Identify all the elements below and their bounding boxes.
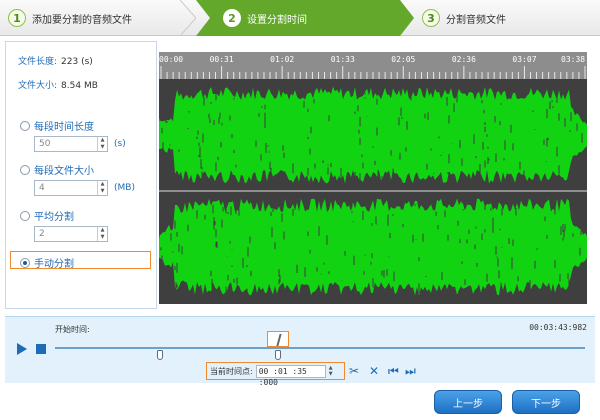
option-even[interactable]: 平均分割 <box>20 208 74 223</box>
even-value[interactable]: 2 <box>35 227 97 241</box>
previous-point-icon[interactable]: ⏮ <box>388 364 399 378</box>
next-step-button[interactable]: 下一步 <box>512 390 580 414</box>
time-ruler[interactable]: 00:00 00:31 01:02 01:33 02:05 02:36 03:07 03:38 <box>159 52 587 79</box>
step-1-label: 添加要分割的音频文件 <box>32 14 132 26</box>
down-arrow-icon[interactable]: ▼ <box>98 144 107 151</box>
ruler-label: 02:05 <box>391 55 416 64</box>
file-size-label: 文件大小: <box>18 81 58 91</box>
manual-label: 手动分割 <box>34 259 74 270</box>
playhead-handle[interactable] <box>267 331 289 347</box>
file-size-value: 8.54 MB <box>61 81 98 91</box>
ruler-label: 02:36 <box>451 55 476 64</box>
current-time-input[interactable]: 00 :01 :35 :000 <box>255 364 326 387</box>
even-radio[interactable] <box>20 210 30 221</box>
down-arrow-icon[interactable]: ▼ <box>98 188 107 195</box>
step-3[interactable]: 3 分割音频文件 <box>422 0 506 36</box>
file-size-row: 文件大小: 8.54 MB <box>18 78 98 91</box>
up-arrow-icon[interactable]: ▲ <box>98 181 107 188</box>
step-3-label: 分割音频文件 <box>446 14 506 26</box>
by-time-label: 每段时间长度 <box>34 122 94 133</box>
ruler-label: 01:33 <box>330 55 355 64</box>
down-arrow-icon[interactable]: ▼ <box>98 234 107 241</box>
by-size-radio[interactable] <box>20 164 30 175</box>
by-size-unit: (MB) <box>114 183 135 193</box>
step-3-number: 3 <box>422 9 440 27</box>
step-separator <box>180 0 196 36</box>
by-time-value[interactable]: 50 <box>35 137 97 151</box>
play-icon[interactable] <box>17 343 27 355</box>
step-2-label: 设置分割时间 <box>247 14 307 26</box>
ruler-label: 01:02 <box>270 55 295 64</box>
waveform-view[interactable]: 00:00 00:31 01:02 01:33 02:05 02:36 03:07 03:38 <box>159 52 587 304</box>
waveform-graphic <box>159 86 587 298</box>
waveform-channel <box>159 86 587 184</box>
add-split-point-icon[interactable]: ✂ <box>349 364 359 378</box>
total-duration: 00:03:43:982 <box>529 323 587 332</box>
step-2-number: 2 <box>223 9 241 27</box>
step-2[interactable]: 2 设置分割时间 <box>223 0 307 36</box>
ruler-label: 03:38 <box>561 55 586 64</box>
split-marker[interactable] <box>275 350 281 360</box>
file-length-label: 文件长度: <box>18 57 58 67</box>
by-time-unit: (s) <box>114 139 126 149</box>
previous-step-button[interactable]: 上一步 <box>434 390 502 414</box>
transport-bar: 开始时间: 00:03:43:982 当前时间点: 00 :01 :35 :00… <box>5 316 595 387</box>
timeline-track[interactable] <box>55 347 585 349</box>
split-settings-panel: 文件长度: 223 (s) 文件大小: 8.54 MB 每段时间长度 50 ▲ ▼ (… <box>5 41 157 309</box>
start-marker[interactable] <box>157 350 163 360</box>
option-by-time[interactable]: 每段时间长度 <box>20 118 94 133</box>
option-manual[interactable]: 手动分割 <box>20 255 74 270</box>
even-stepper[interactable]: 2 ▲ ▼ <box>34 226 108 242</box>
ruler-label: 00:31 <box>209 55 234 64</box>
by-time-stepper[interactable]: 50 ▲ ▼ <box>34 136 108 152</box>
step-1-number: 1 <box>8 9 26 27</box>
step-1[interactable]: 1 添加要分割的音频文件 <box>8 0 132 36</box>
by-size-label: 每段文件大小 <box>34 166 94 177</box>
next-point-icon[interactable]: ⏭ <box>405 364 416 378</box>
by-time-radio[interactable] <box>20 120 30 131</box>
current-time-control: 当前时间点: 00 :01 :35 :000 ▲ ▼ <box>206 362 345 387</box>
option-by-size[interactable]: 每段文件大小 <box>20 162 94 177</box>
ruler-label: 03:07 <box>512 55 537 64</box>
stop-icon[interactable] <box>36 344 46 354</box>
up-arrow-icon[interactable]: ▲ <box>98 137 107 144</box>
down-arrow-icon[interactable]: ▼ <box>327 371 335 378</box>
by-size-stepper[interactable]: 4 ▲ ▼ <box>34 180 108 196</box>
file-length-value: 223 (s) <box>61 57 93 67</box>
up-arrow-icon[interactable]: ▲ <box>98 227 107 234</box>
by-size-value[interactable]: 4 <box>35 181 97 195</box>
even-label: 平均分割 <box>34 212 74 223</box>
waveform-canvas[interactable] <box>159 79 587 304</box>
ruler-label: 00:00 <box>159 55 184 64</box>
manual-radio[interactable] <box>20 257 30 268</box>
file-length-row: 文件长度: 223 (s) <box>18 54 93 67</box>
start-time-label: 开始时间: <box>55 325 90 334</box>
remove-split-icon[interactable]: ✕ <box>369 364 379 378</box>
steps-bar: 1 添加要分割的音频文件 2 设置分割时间 3 分割音频文件 <box>0 0 600 36</box>
current-time-label: 当前时间点: <box>210 366 253 376</box>
